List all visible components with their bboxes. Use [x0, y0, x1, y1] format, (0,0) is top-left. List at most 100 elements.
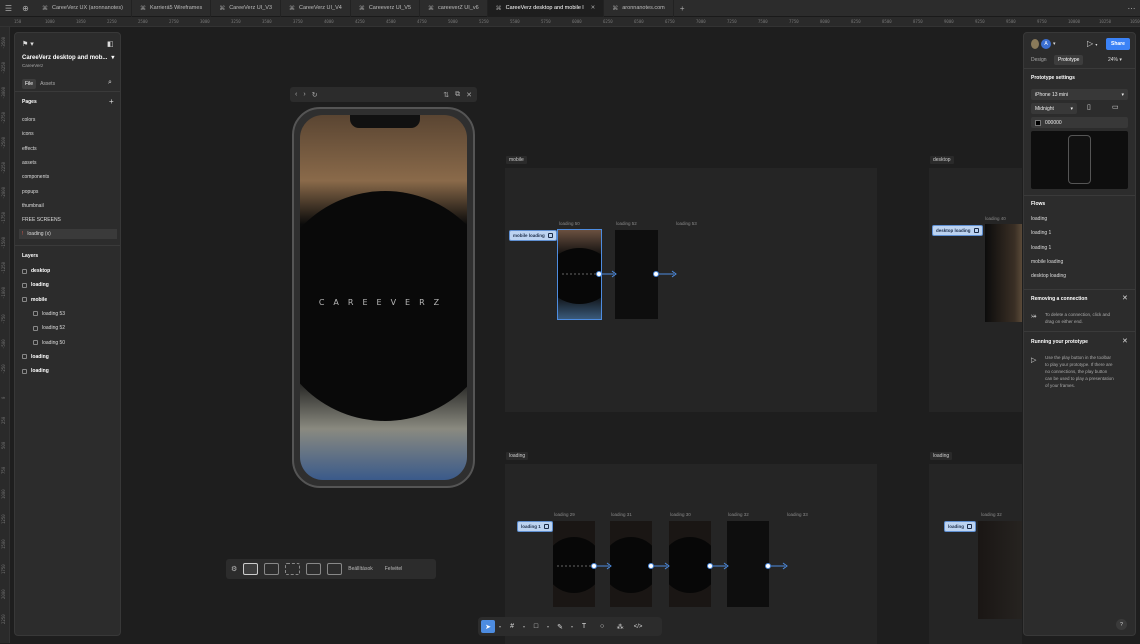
layer-item[interactable]: mobile: [22, 297, 47, 303]
chevron-down-icon[interactable]: ▾: [571, 624, 573, 629]
pen-tool-icon[interactable]: ✎: [553, 620, 567, 633]
avatar[interactable]: A: [1041, 39, 1051, 49]
record-button[interactable]: Felvétel: [385, 566, 403, 572]
model-select[interactable]: Midnight ▾: [1031, 103, 1077, 114]
connection-arrows[interactable]: [555, 560, 795, 572]
frame-label[interactable]: loading 30: [670, 512, 691, 517]
flow-item[interactable]: loading 1: [1031, 230, 1051, 236]
landscape-icon[interactable]: ▭: [1112, 103, 1119, 111]
tab-4[interactable]: ⌘ CareeVerz UI_V4: [281, 0, 351, 17]
zoom-dropdown[interactable]: 24% ▾: [1108, 57, 1122, 63]
share-button[interactable]: Share: [1106, 38, 1130, 50]
frame-tool-icon[interactable]: #: [505, 620, 519, 633]
sort-icon[interactable]: ⇅: [443, 91, 449, 99]
frame-loading-32b[interactable]: [978, 521, 1022, 619]
file-title[interactable]: CareeVerz desktop and mob... ▾: [22, 54, 114, 62]
section-label-loading-2[interactable]: loading: [930, 452, 953, 460]
tab-7-active[interactable]: ⌘ CareeVerz desktop and mobile l ✕: [487, 0, 605, 17]
flow-item[interactable]: loading: [1031, 216, 1047, 222]
flow-item[interactable]: mobile loading: [1031, 259, 1063, 265]
frame-label[interactable]: loading 31: [611, 512, 632, 517]
frame-label[interactable]: loading 32: [728, 512, 749, 517]
layer-item[interactable]: loading 50: [33, 340, 65, 346]
settings-dropdown[interactable]: Beállítások: [348, 566, 372, 572]
tab-assets[interactable]: Assets: [40, 81, 55, 87]
rectangle-tool-icon[interactable]: □: [529, 620, 543, 633]
tab-5[interactable]: ⌘ Careeverz UI_V5: [351, 0, 421, 17]
page-item[interactable]: assets: [22, 160, 36, 166]
components-tool-icon[interactable]: ⁂: [613, 620, 627, 633]
forward-icon[interactable]: ›: [303, 91, 305, 99]
close-icon[interactable]: ✕: [466, 91, 472, 99]
layer-item[interactable]: loading 53: [33, 311, 65, 317]
tab-prototype[interactable]: Prototype: [1054, 55, 1084, 65]
settings-gear-icon[interactable]: ⚙: [231, 565, 237, 573]
frame-label[interactable]: loading 50: [559, 221, 580, 226]
record-area-button[interactable]: [327, 563, 343, 575]
tab-3[interactable]: ⌘ CareeVerz UI_V3: [211, 0, 282, 17]
area-view-button[interactable]: [285, 563, 301, 575]
text-tool-icon[interactable]: T: [577, 620, 591, 633]
frame-label[interactable]: loading 32: [981, 512, 1002, 517]
color-swatch[interactable]: [1035, 119, 1041, 126]
new-tab-icon[interactable]: +: [674, 0, 691, 17]
play-icon[interactable]: ▷ ▾: [1087, 39, 1097, 48]
device-select[interactable]: iPhone 13 mini ▾: [1031, 89, 1128, 100]
page-item[interactable]: popups: [22, 189, 38, 195]
chevron-down-icon[interactable]: ▾: [499, 624, 501, 629]
tab-1[interactable]: ⌘ CareeVerz UX (aronnanotes): [34, 0, 132, 17]
frame-label[interactable]: loading 33: [787, 512, 808, 517]
close-icon[interactable]: ✕: [1122, 337, 1128, 345]
more-icon[interactable]: ⋯: [1123, 0, 1140, 17]
layer-item[interactable]: loading: [22, 368, 49, 374]
chevron-down-icon[interactable]: ▾: [547, 624, 549, 629]
sidebar-toggle-icon[interactable]: ◧: [107, 40, 114, 48]
layer-item[interactable]: loading: [22, 354, 49, 360]
layer-item[interactable]: loading 52: [33, 325, 65, 331]
flow-item[interactable]: desktop loading: [1031, 273, 1066, 279]
page-item[interactable]: FREE SCREENS: [22, 217, 61, 223]
chevron-down-icon[interactable]: ▾: [1053, 41, 1056, 47]
comment-tool-icon[interactable]: ○: [595, 620, 609, 633]
page-item[interactable]: components: [22, 174, 49, 180]
section-label-loading[interactable]: loading: [506, 452, 529, 460]
page-item[interactable]: thumbnail: [22, 203, 44, 209]
tab-2[interactable]: ⌘ Karrierá5 Wireframes: [132, 0, 212, 17]
menu-icon[interactable]: ☰: [0, 0, 17, 17]
frame-label[interactable]: loading 53: [676, 221, 697, 226]
add-page-icon[interactable]: +: [109, 97, 114, 106]
flow-item[interactable]: loading 1: [1031, 245, 1051, 251]
section-label-mobile[interactable]: mobile: [506, 156, 527, 164]
help-button[interactable]: ?: [1116, 619, 1127, 630]
record-window-button[interactable]: [306, 563, 322, 575]
tab-design[interactable]: Design: [1031, 57, 1047, 63]
layer-item[interactable]: loading: [22, 282, 49, 288]
figma-menu-icon[interactable]: ⚑ ▾: [22, 40, 34, 48]
team-name[interactable]: CareeVerz: [22, 63, 43, 68]
layer-item[interactable]: desktop: [22, 268, 50, 274]
frame-label[interactable]: loading 29: [554, 512, 575, 517]
close-icon[interactable]: ✕: [1122, 294, 1128, 302]
page-item[interactable]: ! loading (x): [19, 229, 117, 240]
restart-icon[interactable]: ↻: [312, 91, 318, 99]
background-color-field[interactable]: 000000: [1031, 117, 1128, 128]
avatar[interactable]: [1031, 39, 1039, 49]
dev-mode-icon[interactable]: </>: [631, 620, 645, 633]
page-item[interactable]: effects: [22, 146, 37, 152]
phone-view-button[interactable]: [243, 563, 259, 575]
portrait-icon[interactable]: ▯: [1087, 103, 1091, 111]
open-external-icon[interactable]: ⧉: [455, 91, 460, 99]
frame-loading-40[interactable]: [985, 224, 1022, 322]
tab-8[interactable]: ⌘ aronnanotes.com: [604, 0, 674, 17]
connection-arrows[interactable]: [560, 268, 680, 280]
phone-screen[interactable]: CAREEVERZ: [300, 115, 467, 480]
window-view-button[interactable]: [264, 563, 280, 575]
flow-start-desktop[interactable]: desktop loading: [932, 225, 983, 236]
globe-icon[interactable]: ⊕: [17, 0, 34, 17]
flow-start-mobile[interactable]: mobile loading: [509, 230, 557, 241]
tab-file[interactable]: File: [22, 79, 37, 89]
section-label-desktop[interactable]: desktop: [930, 156, 954, 164]
flow-start-loading-1[interactable]: loading 1: [517, 521, 553, 532]
page-item[interactable]: icons: [22, 131, 34, 137]
back-icon[interactable]: ‹: [295, 91, 297, 99]
